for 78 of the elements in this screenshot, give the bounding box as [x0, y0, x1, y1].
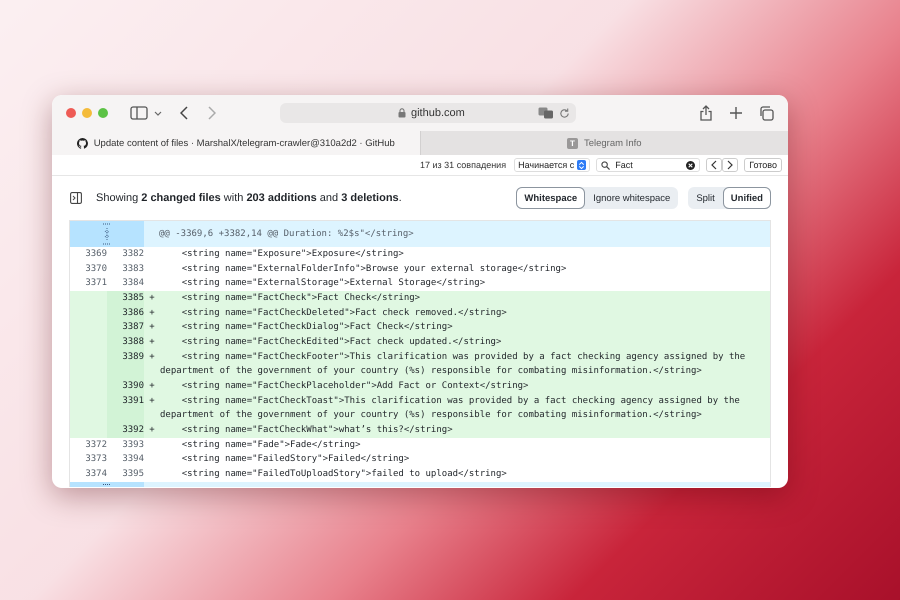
- toggle-button[interactable]: Unified: [722, 187, 771, 209]
- code-line: <string name="FactCheckDeleted">Fact check removed.</string>: [180, 306, 508, 320]
- toggle-button[interactable]: Split: [688, 187, 723, 209]
- back-icon[interactable]: [180, 106, 188, 120]
- dotted-line-icon: [102, 482, 112, 486]
- address-bar[interactable]: github.com: [280, 103, 576, 123]
- line-number: 3387: [107, 320, 144, 335]
- code-line: <string name="FactCheckPlaceholder">Add Fact or Context</string>: [180, 380, 530, 393]
- line-number: 3385: [107, 290, 144, 306]
- next-match-button[interactable]: [722, 158, 738, 172]
- diff-summary: Showing 2 changed files with 203 additions and 3 deletions.: [96, 192, 403, 204]
- code-line: <string name="ExternalFolderInfo">Browse your external storage</string>: [180, 262, 568, 276]
- line-number: 3373: [84, 453, 107, 466]
- code-line: <string name="ExternalStorage">External Storage</string>: [180, 277, 486, 290]
- share-icon[interactable]: [700, 105, 712, 121]
- file-tree-toggle-icon[interactable]: [70, 192, 82, 204]
- code-line: <string name="FactCheckToast">This clarification was provided by a fact checking agency assigned by the department of the government of your country (%s) responsible for combating misinformation.</string>: [160, 394, 741, 422]
- sidebar-icon[interactable]: [130, 106, 148, 120]
- url-text: github.com: [411, 107, 465, 119]
- hunk-header: @@ -3369,6 +3382,14 @@ Duration: %2$s"</string>: [158, 228, 414, 241]
- diff-marker: +: [148, 380, 156, 393]
- find-field[interactable]: Fact: [596, 158, 700, 172]
- line-number: 3374: [84, 468, 107, 481]
- octocat-icon: [76, 138, 88, 148]
- clear-icon[interactable]: [686, 160, 696, 170]
- match-count: 17 из 31 совпадения: [420, 160, 506, 170]
- expand-arrows-icon: [102, 223, 112, 245]
- diff-marker: +: [148, 350, 156, 364]
- code-line: <string name="FactCheckFooter">This clarification was provided by a fact checking agency assigned by the department of the government of your country (%s) responsible for combating misinformation.</string>: [160, 350, 746, 378]
- code-line: <string name="FactCheckEdited">Fact check updated.</string>: [180, 336, 502, 349]
- match-mode-dropdown[interactable]: Начинается с: [514, 158, 590, 172]
- toggle-button[interactable]: Ignore whitespace: [585, 187, 678, 209]
- reload-icon[interactable]: [559, 108, 570, 118]
- line-number: 3370: [84, 262, 107, 276]
- code-line: <string name="Exposure">Exposure</string>: [180, 248, 405, 261]
- diff-marker: +: [148, 424, 156, 437]
- line-number: 3383: [121, 262, 144, 276]
- line-number: 3395: [121, 468, 144, 481]
- up-down-chevron-icon: [578, 160, 586, 170]
- line-number: 3391: [107, 394, 144, 423]
- chevron-right-icon: [727, 160, 734, 170]
- line-number: 3394: [121, 453, 144, 466]
- code-line: <string name="FactCheckWhat">what’s this?</string>: [180, 424, 454, 437]
- line-number: 3371: [84, 277, 107, 290]
- line-number: 3393: [121, 438, 144, 452]
- line-number: 3382: [121, 248, 144, 261]
- diff-marker: +: [148, 321, 156, 334]
- chevron-left-icon: [711, 160, 718, 170]
- code-line: <string name="FactCheck">Fact Check</string>: [180, 292, 422, 305]
- lock-icon: [398, 108, 406, 118]
- plus-icon[interactable]: [730, 107, 742, 119]
- line-number: 3372: [84, 438, 107, 452]
- chevron-down-icon[interactable]: [154, 110, 162, 116]
- code-line: <string name="FactCheckDialog">Fact Check</string>: [180, 321, 454, 334]
- toggle-button[interactable]: Whitespace: [516, 187, 586, 209]
- line-number: 3384: [121, 277, 144, 290]
- line-number: 3386: [107, 306, 144, 320]
- previous-match-button[interactable]: [706, 158, 722, 172]
- line-number: 3369: [84, 248, 107, 261]
- line-number: 3389: [107, 350, 144, 379]
- tab-favicon: T: [566, 138, 578, 148]
- line-number: 3392: [107, 422, 144, 438]
- line-number: 3390: [107, 378, 144, 394]
- done-button[interactable]: Готово: [744, 158, 782, 172]
- code-line: <string name="FailedStory">Failed</string>: [180, 453, 410, 466]
- line-number: 3388: [107, 334, 144, 350]
- close-button[interactable]: [66, 108, 76, 118]
- diff-marker: +: [148, 292, 156, 305]
- diff-marker: +: [148, 336, 156, 349]
- diff-marker: +: [148, 394, 156, 408]
- find-query: Fact: [615, 160, 634, 170]
- browser-tab[interactable]: Update content of files · MarshalX/telegram-crawler@310a2d2 · GitHub: [52, 131, 420, 155]
- code-line: <string name="Fade">Fade</string>: [180, 438, 362, 452]
- tabs-overview-icon[interactable]: [759, 106, 774, 120]
- diff-marker: +: [148, 306, 156, 320]
- translate-icon[interactable]: [538, 107, 554, 119]
- code-line: <string name="FailedToUploadStory">failed to upload</string>: [180, 468, 508, 481]
- search-icon: [601, 160, 610, 170]
